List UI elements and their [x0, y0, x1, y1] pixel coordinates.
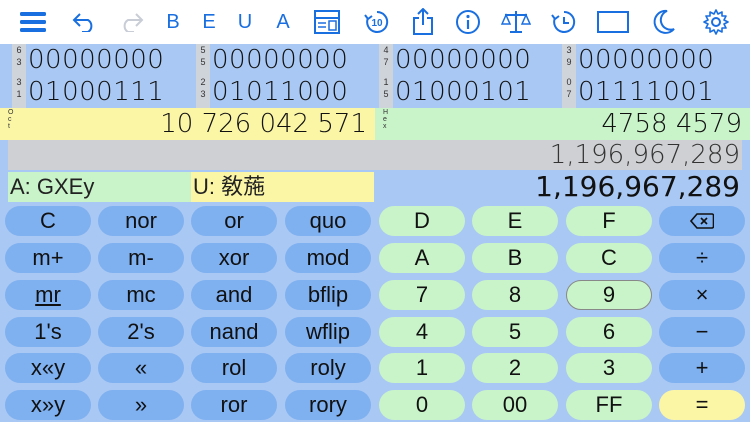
nand-button[interactable]: nand [191, 317, 277, 347]
shift-right-y-button[interactable]: x»y [5, 390, 91, 420]
ones-complement-button[interactable]: 1's [5, 317, 91, 347]
xor-button[interactable]: xor [191, 243, 277, 273]
memory-subtract-button[interactable]: m- [98, 243, 184, 273]
quo-button[interactable]: quo [285, 206, 371, 236]
wflip-button[interactable]: wflip [285, 317, 371, 347]
base-ten-icon[interactable]: 10 [362, 6, 392, 38]
bit-values[interactable]: 00000000 [28, 44, 164, 76]
signed-decimal-value: 1,196,967,289 [549, 140, 740, 170]
bit-index-label: 47 [379, 44, 393, 76]
digit-9-button[interactable]: 9 [566, 280, 652, 310]
hex-tag: Hex [383, 109, 389, 130]
digit-0-button[interactable]: 0 [379, 390, 465, 420]
digit-6-button[interactable]: 6 [566, 317, 652, 347]
redo-icon[interactable] [116, 6, 146, 38]
moon-icon[interactable] [650, 6, 678, 38]
svg-text:10: 10 [371, 18, 383, 29]
bit-index-label: 15 [379, 76, 393, 108]
digit-b-button[interactable]: B [472, 243, 558, 273]
bit-values[interactable]: 01000101 [395, 76, 531, 108]
history-icon[interactable] [549, 6, 579, 38]
rory-button[interactable]: rory [285, 390, 371, 420]
digit-ff-button[interactable]: FF [566, 390, 652, 420]
bit-index-label: 39 [562, 44, 576, 76]
shift-right-button[interactable]: » [98, 390, 184, 420]
memory-add-button[interactable]: m+ [5, 243, 91, 273]
bit-values[interactable]: 01011000 [212, 76, 348, 108]
subtract-button[interactable]: − [659, 317, 745, 347]
digit-e-button[interactable]: E [472, 206, 558, 236]
digit-d-button[interactable]: D [379, 206, 465, 236]
and-button[interactable]: and [191, 280, 277, 310]
or-button[interactable]: or [191, 206, 277, 236]
shift-left-y-button[interactable]: x«y [5, 353, 91, 383]
bits-mode-button[interactable]: B [162, 6, 184, 38]
multiply-button[interactable]: × [659, 280, 745, 310]
hex-value: 4758 4579 [601, 109, 742, 139]
ror-button[interactable]: ror [191, 390, 277, 420]
digit-00-button[interactable]: 00 [472, 390, 558, 420]
nor-button[interactable]: nor [98, 206, 184, 236]
digit-1-button[interactable]: 1 [379, 353, 465, 383]
bit-index-label: 31 [12, 76, 26, 108]
octal-tag: Oct [8, 109, 14, 130]
divide-button[interactable]: ÷ [659, 243, 745, 273]
bit-display: 63 00000000 55 00000000 47 00000000 39 0… [0, 44, 750, 108]
rol-button[interactable]: rol [191, 353, 277, 383]
unicode-mode-button[interactable]: U [234, 6, 256, 38]
twos-complement-button[interactable]: 2's [98, 317, 184, 347]
endian-mode-button[interactable]: E [198, 6, 220, 38]
text-decimal-row: A: GXEy U: 敎葹 1,196,967,289 [8, 172, 742, 202]
bit-row-low: 31 01000111 23 01011000 15 01000101 07 0… [0, 76, 750, 108]
hex-display: Hex 4758 4579 [375, 108, 750, 140]
clear-button[interactable]: C [5, 206, 91, 236]
equals-button[interactable]: = [659, 390, 745, 420]
add-button[interactable]: + [659, 353, 745, 383]
backspace-icon [690, 213, 714, 229]
ascii-display: A: GXEy [8, 172, 191, 202]
undo-icon[interactable] [70, 6, 100, 38]
shift-left-button[interactable]: « [98, 353, 184, 383]
bit-values[interactable]: 01000111 [28, 76, 164, 108]
bit-index-label: 63 [12, 44, 26, 76]
digit-8-button[interactable]: 8 [472, 280, 558, 310]
digit-c-button[interactable]: C [566, 243, 652, 273]
gear-icon[interactable] [702, 6, 730, 38]
bit-values[interactable]: 00000000 [395, 44, 531, 76]
unicode-display: U: 敎葹 [191, 172, 374, 202]
scale-icon[interactable] [500, 6, 532, 38]
oct-hex-display: Oct 10 726 042 571 Hex 4758 4579 [0, 108, 750, 140]
bit-index-label: 07 [562, 76, 576, 108]
octal-value: 10 726 042 571 [160, 109, 367, 139]
digit-4-button[interactable]: 4 [379, 317, 465, 347]
layout-icon[interactable] [312, 6, 342, 38]
octal-display: Oct 10 726 042 571 [0, 108, 375, 140]
bflip-button[interactable]: bflip [285, 280, 371, 310]
bit-values[interactable]: 01111001 [578, 76, 714, 108]
ascii-mode-button[interactable]: A [272, 6, 294, 38]
signed-decimal-display: 1,196,967,289 [8, 140, 742, 170]
digit-2-button[interactable]: 2 [472, 353, 558, 383]
bit-row-high: 63 00000000 55 00000000 47 00000000 39 0… [0, 44, 750, 76]
digit-3-button[interactable]: 3 [566, 353, 652, 383]
share-icon[interactable] [408, 6, 438, 38]
memory-clear-button[interactable]: mc [98, 280, 184, 310]
window-icon[interactable] [596, 6, 630, 38]
menu-icon[interactable] [18, 6, 48, 38]
backspace-button[interactable] [659, 206, 745, 236]
digit-5-button[interactable]: 5 [472, 317, 558, 347]
bit-index-label: 55 [196, 44, 210, 76]
roly-button[interactable]: roly [285, 353, 371, 383]
digit-f-button[interactable]: F [566, 206, 652, 236]
decimal-display: 1,196,967,289 [535, 170, 740, 203]
toolbar: B E U A 10 [0, 0, 750, 44]
mod-button[interactable]: mod [285, 243, 371, 273]
bit-values[interactable]: 00000000 [212, 44, 348, 76]
bit-index-label: 23 [196, 76, 210, 108]
info-icon[interactable] [453, 6, 483, 38]
digit-a-button[interactable]: A [379, 243, 465, 273]
bit-values[interactable]: 00000000 [578, 44, 714, 76]
memory-recall-button[interactable]: mr [5, 280, 91, 310]
digit-7-button[interactable]: 7 [379, 280, 465, 310]
